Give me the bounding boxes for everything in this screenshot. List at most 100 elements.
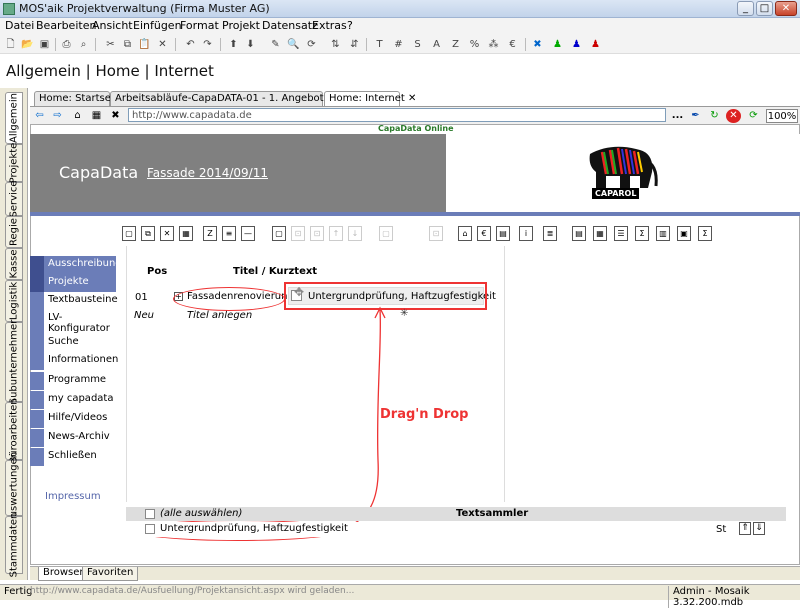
tab-home-startseite[interactable]: Home: Startseite (34, 91, 124, 106)
toolbar-text-z[interactable]: Z (448, 37, 463, 52)
nav-informationen[interactable]: Informationen (30, 352, 118, 370)
lock-icon[interactable]: ⌂ (458, 226, 472, 241)
move-up-icon[interactable]: ⇑ (739, 522, 751, 535)
user-red-icon[interactable]: ♟ (588, 37, 603, 52)
tab-arbeitsablaeufe[interactable]: Arbeitsabläufe-CapaDATA-01 - 1. Angebot … (110, 91, 372, 106)
stop-icon[interactable]: ✕ (726, 109, 741, 123)
new-title-link[interactable]: Titel anlegen (187, 310, 252, 321)
toolbar-text-a[interactable]: A (429, 37, 444, 52)
nav-my-capadata[interactable]: my capadata (30, 391, 116, 409)
toolbar-text-hash[interactable]: # (391, 37, 406, 52)
table-icon[interactable]: ▦ (593, 226, 607, 241)
find-icon[interactable]: 🔍 (286, 37, 301, 52)
rows-icon[interactable]: ≣ (543, 226, 557, 241)
sidetab-auswertungen[interactable]: Auswertungen (5, 452, 23, 524)
sidetab-logistik[interactable]: Logistik (5, 280, 23, 322)
nav-news-archiv[interactable]: News-Archiv (30, 429, 116, 447)
toolbar-text-t[interactable]: T (372, 37, 387, 52)
grid-icon[interactable]: ▦ (179, 226, 193, 241)
euro-icon[interactable]: € (477, 226, 491, 241)
menu-ansicht[interactable]: Ansicht (92, 19, 133, 32)
paste-icon[interactable]: 📋 (137, 37, 152, 52)
impressum-link[interactable]: Impressum (45, 491, 101, 502)
total-sum-icon[interactable]: Σ (698, 226, 712, 241)
ztv-icon[interactable]: Z (203, 226, 217, 241)
nav-hilfe-videos[interactable]: Hilfe/Videos (30, 410, 116, 428)
structure-icon[interactable]: ▦ (89, 109, 104, 123)
sidetab-regie[interactable]: Regie (5, 216, 23, 248)
sidetab-service[interactable]: Service (5, 181, 23, 217)
page-icon[interactable]: ▢ (272, 226, 286, 241)
collector-row-checkbox[interactable] (145, 524, 155, 534)
tab-favoriten[interactable]: Favoriten (82, 567, 139, 581)
select-all-label[interactable]: (alle auswählen) (160, 508, 242, 519)
toolbar-text-percent[interactable]: % (467, 37, 482, 52)
reload-icon[interactable]: ⟳ (746, 109, 761, 123)
copy-doc-icon[interactable]: ⧉ (141, 226, 155, 241)
refresh-icon[interactable]: ⟳ (304, 37, 319, 52)
undo-icon[interactable]: ↶ (183, 37, 198, 52)
cut-icon[interactable]: ✂ (103, 37, 118, 52)
sort-za-icon[interactable]: ⇵ (347, 37, 362, 52)
copy-icon[interactable]: ⧉ (120, 37, 135, 52)
info-icon[interactable]: i (519, 226, 533, 241)
maximize-button[interactable]: □ (756, 1, 773, 16)
decimal-icon[interactable]: ⁂ (486, 37, 501, 52)
select-all-checkbox[interactable] (145, 509, 155, 519)
tools-icon[interactable]: ✖ (530, 37, 545, 52)
menu-help[interactable]: ? (347, 19, 353, 32)
sheet-icon[interactable]: ▤ (572, 226, 586, 241)
delete-icon[interactable]: ✕ (160, 226, 174, 241)
back-icon[interactable]: ⇦ (32, 109, 47, 123)
user-green-icon[interactable]: ♟ (550, 37, 565, 52)
tab-close-icon[interactable]: ✕ (408, 93, 416, 104)
nav-suche[interactable]: Suche (30, 334, 116, 352)
home-icon[interactable]: ⌂ (70, 109, 85, 123)
columns-icon[interactable]: ▥ (656, 226, 670, 241)
save-disk-icon[interactable]: ▣ (677, 226, 691, 241)
table-edit-icon[interactable]: ▤ (496, 226, 510, 241)
sum-icon[interactable]: Σ (635, 226, 649, 241)
nav-textbausteine[interactable]: Textbausteine (30, 292, 118, 310)
menu-datei[interactable]: Datei (5, 19, 34, 32)
menu-extras[interactable]: Extras (312, 19, 347, 32)
redo-icon[interactable]: ↷ (200, 37, 215, 52)
nav-programme[interactable]: Programme (30, 372, 116, 390)
more-button[interactable]: ... (670, 109, 685, 123)
sidetab-kasse[interactable]: Kasse (5, 248, 23, 280)
move-up-icon[interactable]: ⬆ (226, 37, 241, 52)
menu-bearbeiten[interactable]: Bearbeiten (36, 19, 96, 32)
nav-ausschreibung[interactable]: Ausschreibung (30, 256, 122, 274)
url-input[interactable] (128, 108, 666, 122)
bookmark-icon[interactable]: ✒ (688, 109, 703, 123)
user-blue-icon[interactable]: ♟ (569, 37, 584, 52)
toolbar-text-s[interactable]: S (410, 37, 425, 52)
menu-projekt[interactable]: Projekt (222, 19, 260, 32)
bullet-list-icon[interactable]: ☰ (614, 226, 628, 241)
menu-datensatz[interactable]: Datensatz (262, 19, 318, 32)
sidetab-allgemein[interactable]: Allgemein (5, 92, 23, 144)
tools-icon[interactable]: ✖ (108, 109, 123, 123)
open-folder-icon[interactable]: 📂 (20, 37, 35, 52)
move-down-icon[interactable]: ⇓ (753, 522, 765, 535)
go-icon[interactable]: ↻ (707, 109, 722, 123)
move-down-icon[interactable]: ⬇ (243, 37, 258, 52)
forward-icon[interactable]: ⇨ (50, 109, 65, 123)
sidetab-stammdaten[interactable]: Stammdaten (5, 513, 23, 577)
collector-row-text[interactable]: Untergrundprüfung, Haftzugfestigkeit (160, 523, 348, 534)
zoom-level[interactable]: 100% (766, 109, 798, 123)
text-icon[interactable]: — (241, 226, 255, 241)
print-preview-icon[interactable]: ⌕ (76, 37, 91, 52)
tab-home-internet[interactable]: Home: Internet ✕ (324, 91, 416, 106)
new-document-icon[interactable]: 🗋 (3, 37, 18, 52)
nav-projekte[interactable]: Projekte (30, 274, 116, 292)
sort-az-icon[interactable]: ⇅ (328, 37, 343, 52)
delete-icon[interactable]: ✕ (155, 37, 170, 52)
tab-browser[interactable]: Browser (38, 567, 89, 581)
close-window-button[interactable]: ✕ (775, 1, 797, 16)
menu-einfuegen[interactable]: Einfügen (133, 19, 182, 32)
save-icon[interactable]: ▣ (37, 37, 52, 52)
menu-format[interactable]: Format (180, 19, 219, 32)
list-icon[interactable]: ≡ (222, 226, 236, 241)
currency-icon[interactable]: € (505, 37, 520, 52)
